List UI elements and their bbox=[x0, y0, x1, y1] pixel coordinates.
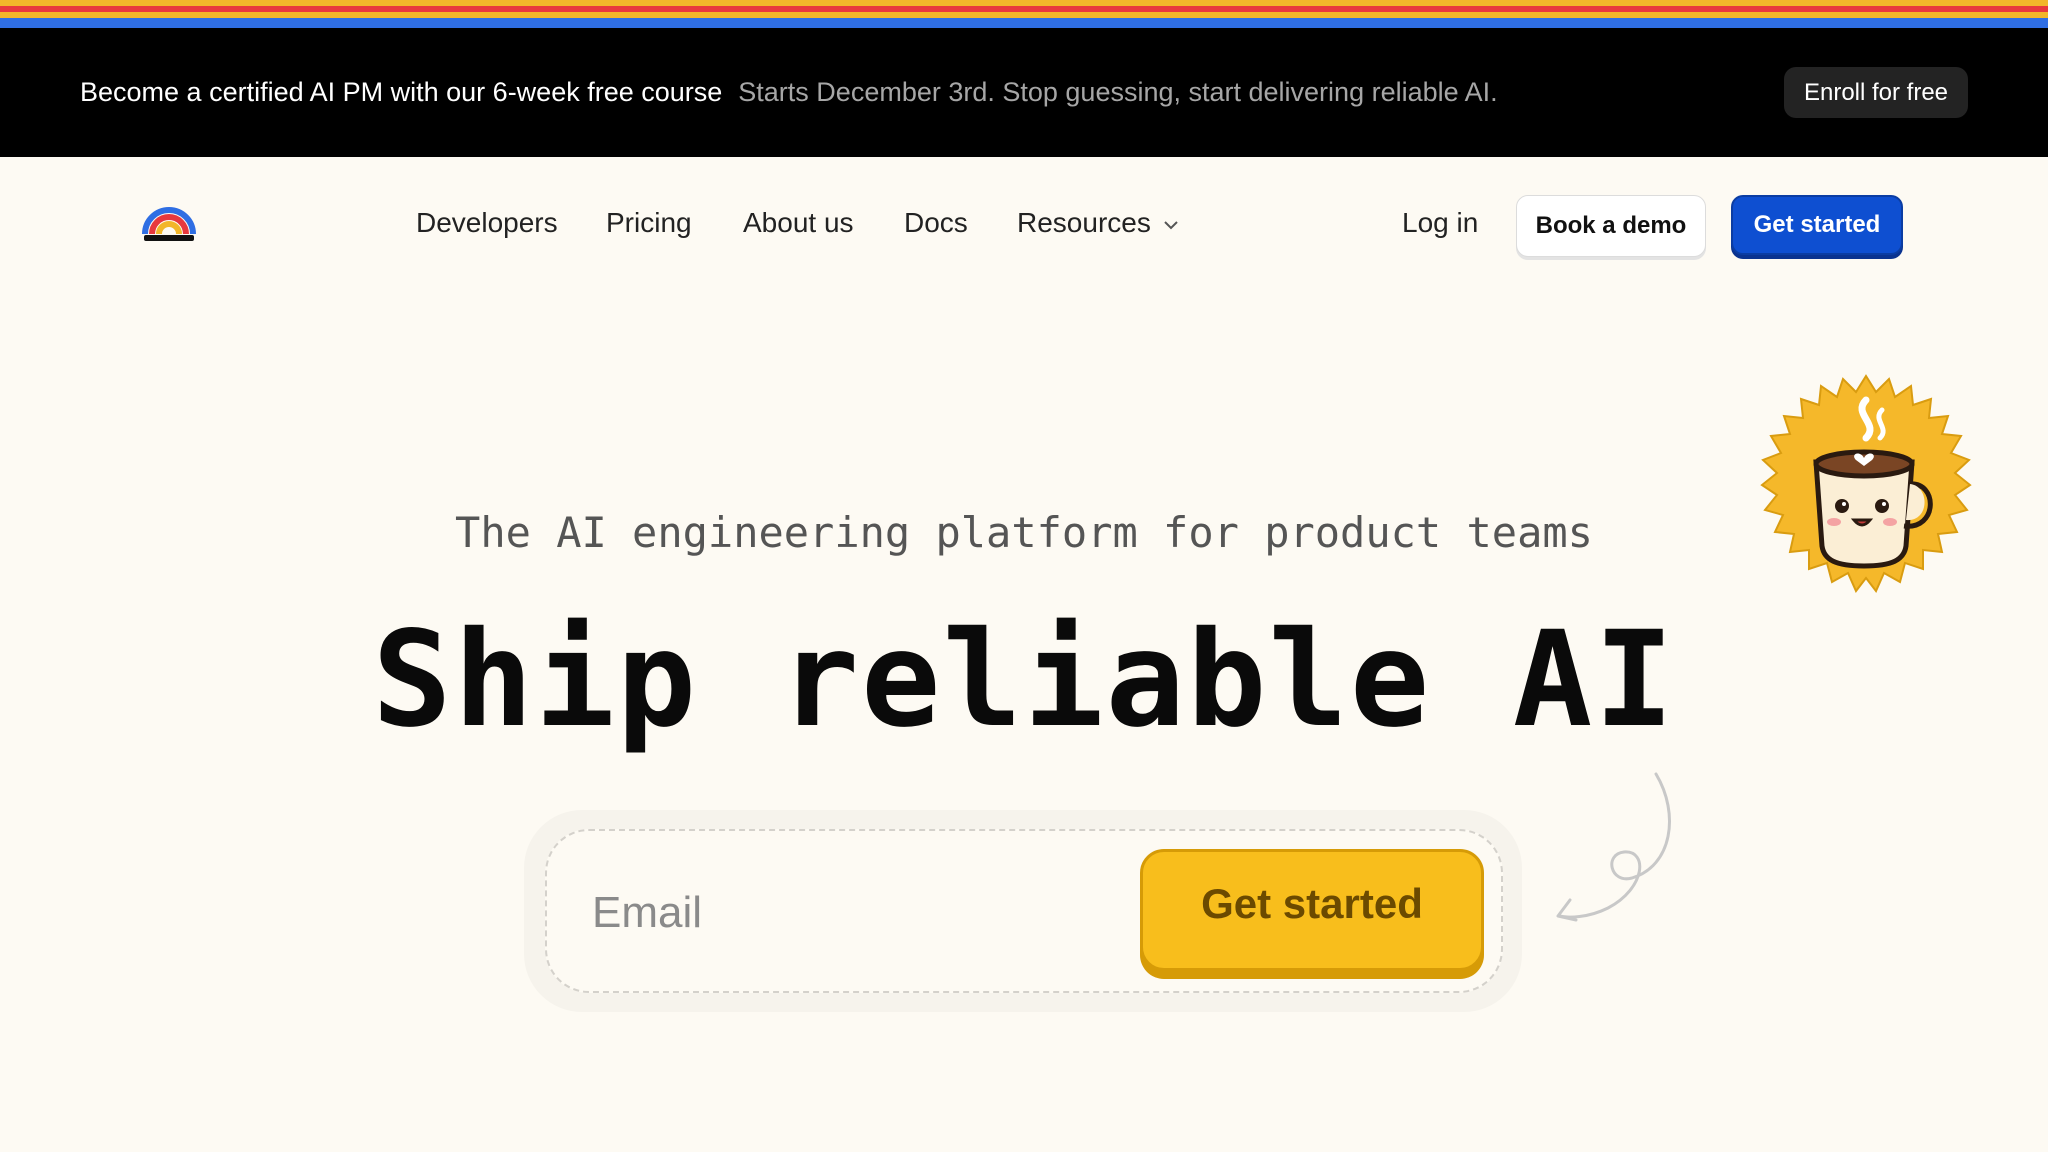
login-link[interactable]: Log in bbox=[1402, 205, 1478, 241]
email-input[interactable] bbox=[590, 870, 1114, 956]
enroll-button[interactable]: Enroll for free bbox=[1784, 67, 1968, 118]
rainbow-stripe bbox=[0, 0, 2048, 28]
nav-developers[interactable]: Developers bbox=[416, 205, 558, 241]
nav-resources-label: Resources bbox=[1017, 207, 1151, 238]
announcement-bar: Become a certified AI PM with our 6-week… bbox=[0, 28, 2048, 157]
nav-get-started-button[interactable]: Get started bbox=[1731, 195, 1903, 255]
coffee-mug-badge-icon bbox=[1760, 374, 1972, 593]
hero-tagline: The AI engineering platform for product … bbox=[455, 508, 1593, 557]
nav-docs[interactable]: Docs bbox=[904, 205, 968, 241]
announcement-subtitle: Starts December 3rd. Stop guessing, star… bbox=[738, 77, 1498, 107]
nav-resources[interactable]: Resources bbox=[1017, 205, 1179, 241]
chevron-down-icon bbox=[1164, 220, 1178, 230]
nav-about-us[interactable]: About us bbox=[743, 205, 854, 241]
hero-get-started-button[interactable]: Get started bbox=[1140, 849, 1484, 971]
announcement-text: Become a certified AI PM with our 6-week… bbox=[80, 28, 1498, 157]
hero-headline: Ship reliable AI bbox=[372, 603, 1676, 757]
nav-pricing[interactable]: Pricing bbox=[606, 205, 692, 241]
curly-arrow-icon bbox=[1556, 772, 1671, 922]
book-demo-button[interactable]: Book a demo bbox=[1516, 195, 1706, 257]
rainbow-logo-icon[interactable] bbox=[142, 204, 196, 242]
announcement-title: Become a certified AI PM with our 6-week… bbox=[80, 77, 723, 107]
